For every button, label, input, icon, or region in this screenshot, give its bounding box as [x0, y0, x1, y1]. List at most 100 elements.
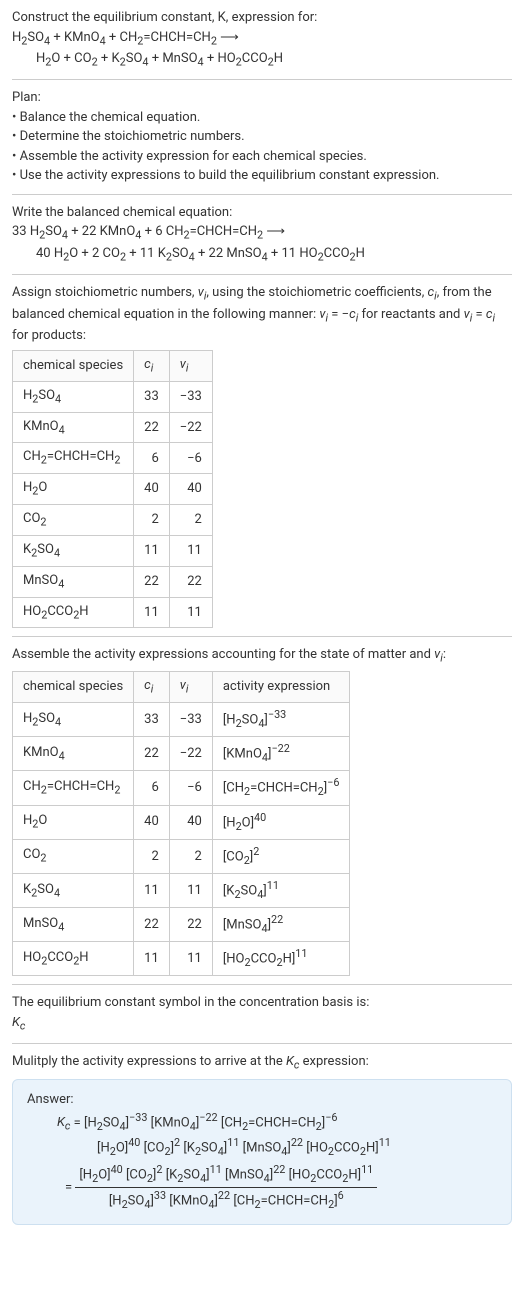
cell-ci: 40	[134, 474, 170, 505]
table-row: KMnO422−22	[13, 412, 213, 443]
cell-vi: 2	[169, 839, 212, 873]
cell-vi: −22	[169, 737, 212, 771]
answer-formula: Kc = [H2SO4]−33 [KMnO4]−22 [CH2=CHCH=CH2…	[27, 1110, 497, 1214]
answer-line2: [H2O]40 [CO2]2 [K2SO4]11 [MnSO4]22 [HO2C…	[57, 1135, 497, 1160]
cell-activity: [KMnO4]−22	[212, 737, 350, 771]
th-species: chemical species	[13, 350, 134, 381]
cell-vi: −22	[169, 412, 212, 443]
cell-vi: 11	[169, 873, 212, 907]
cell-species: K2SO4	[13, 535, 134, 566]
plan-item: • Assemble the activity expression for e…	[12, 147, 512, 167]
th-vi: νi	[169, 672, 212, 703]
intro-section: Construct the equilibrium constant, K, e…	[12, 8, 512, 71]
answer-fraction: [H2O]40 [CO2]2 [K2SO4]11 [MnSO4]22 [HO2C…	[75, 1162, 377, 1213]
cell-activity: [K2SO4]11	[212, 873, 350, 907]
cell-vi: 22	[169, 908, 212, 942]
intro-title: Construct the equilibrium constant, K, e…	[12, 8, 512, 28]
table-row: MnSO42222	[13, 566, 213, 597]
cell-vi: −33	[169, 381, 212, 412]
assign-section: Assign stoichiometric numbers, νi, using…	[12, 283, 512, 629]
cell-ci: 2	[134, 839, 170, 873]
cell-species: CO2	[13, 505, 134, 536]
table-row: CO222	[13, 505, 213, 536]
cell-vi: 2	[169, 505, 212, 536]
cell-species: HO2CCO2H	[13, 942, 134, 976]
table-row: H2O4040[H2O]40	[13, 805, 350, 839]
cell-ci: 11	[134, 942, 170, 976]
symbol-value: Kc	[12, 1013, 512, 1035]
plan-item: • Balance the chemical equation.	[12, 108, 512, 128]
cell-vi: 40	[169, 805, 212, 839]
cell-species: KMnO4	[13, 412, 134, 443]
cell-vi: −6	[169, 443, 212, 474]
multiply-heading: Mulitply the activity expressions to arr…	[12, 1052, 512, 1074]
answer-eq-sign: =	[57, 1180, 75, 1195]
cell-ci: 22	[134, 737, 170, 771]
cell-activity: [H2SO4]−33	[212, 703, 350, 737]
cell-species: HO2CCO2H	[13, 597, 134, 628]
intro-equation-right: H2O + CO2 + K2SO4 + MnSO4 + HO2CCO2H	[12, 49, 512, 71]
cell-species: H2O	[13, 805, 134, 839]
cell-species: KMnO4	[13, 737, 134, 771]
th-ci: ci	[134, 350, 170, 381]
table-row: CH2=CHCH=CH26−6	[13, 443, 213, 474]
cell-species: H2SO4	[13, 381, 134, 412]
assign-text: Assign stoichiometric numbers, νi, using…	[12, 283, 512, 346]
plan-heading: Plan:	[12, 88, 512, 108]
table-row: H2SO433−33	[13, 381, 213, 412]
balanced-heading: Write the balanced chemical equation:	[12, 203, 512, 223]
cell-ci: 33	[134, 381, 170, 412]
divider	[12, 79, 512, 80]
answer-box: Answer: Kc = [H2SO4]−33 [KMnO4]−22 [CH2=…	[12, 1079, 512, 1224]
divider	[12, 1043, 512, 1044]
table-row: K2SO41111[K2SO4]11	[13, 873, 350, 907]
cell-species: CO2	[13, 839, 134, 873]
cell-vi: 22	[169, 566, 212, 597]
answer-line1: Kc = [H2SO4]−33 [KMnO4]−22 [CH2=CHCH=CH2…	[57, 1110, 497, 1135]
table-row: K2SO41111	[13, 535, 213, 566]
cell-vi: −6	[169, 771, 212, 805]
cell-vi: 11	[169, 597, 212, 628]
cell-species: H2O	[13, 474, 134, 505]
balanced-right: 40 H2O + 2 CO2 + 11 K2SO4 + 22 MnSO4 + 1…	[12, 244, 512, 266]
stoich-table: chemical species ci νi H2SO433−33KMnO422…	[12, 350, 213, 628]
plan-section: Plan: • Balance the chemical equation. •…	[12, 88, 512, 186]
cell-ci: 11	[134, 535, 170, 566]
table-row: CH2=CHCH=CH26−6[CH2=CHCH=CH2]−6	[13, 771, 350, 805]
table-row: CO222[CO2]2	[13, 839, 350, 873]
cell-vi: −33	[169, 703, 212, 737]
plan-item: • Determine the stoichiometric numbers.	[12, 127, 512, 147]
cell-ci: 2	[134, 505, 170, 536]
divider	[12, 194, 512, 195]
th-activity: activity expression	[212, 672, 350, 703]
cell-species: CH2=CHCH=CH2	[13, 771, 134, 805]
cell-ci: 33	[134, 703, 170, 737]
cell-species: MnSO4	[13, 566, 134, 597]
answer-heading: Answer:	[27, 1090, 497, 1110]
divider	[12, 984, 512, 985]
cell-activity: [HO2CCO2H]11	[212, 942, 350, 976]
cell-ci: 22	[134, 908, 170, 942]
symbol-section: The equilibrium constant symbol in the c…	[12, 993, 512, 1034]
table-row: H2O4040	[13, 474, 213, 505]
symbol-heading: The equilibrium constant symbol in the c…	[12, 993, 512, 1013]
plan-item: • Use the activity expressions to build …	[12, 166, 512, 186]
th-species: chemical species	[13, 672, 134, 703]
frac-denominator: [H2SO4]33 [KMnO4]22 [CH2=CHCH=CH2]6	[75, 1188, 377, 1213]
cell-species: K2SO4	[13, 873, 134, 907]
th-vi: νi	[169, 350, 212, 381]
table-row: HO2CCO2H1111[HO2CCO2H]11	[13, 942, 350, 976]
cell-ci: 40	[134, 805, 170, 839]
cell-vi: 11	[169, 942, 212, 976]
frac-numerator: [H2O]40 [CO2]2 [K2SO4]11 [MnSO4]22 [HO2C…	[75, 1162, 377, 1188]
cell-vi: 11	[169, 535, 212, 566]
intro-equation-left: H2SO4 + KMnO4 + CH2=CHCH=CH2 ⟶	[12, 28, 512, 50]
activity-section: Assemble the activity expressions accoun…	[12, 645, 512, 976]
answer-fraction-row: = [H2O]40 [CO2]2 [K2SO4]11 [MnSO4]22 [HO…	[57, 1162, 497, 1213]
cell-ci: 22	[134, 566, 170, 597]
cell-activity: [CH2=CHCH=CH2]−6	[212, 771, 350, 805]
cell-species: H2SO4	[13, 703, 134, 737]
cell-ci: 11	[134, 873, 170, 907]
cell-ci: 11	[134, 597, 170, 628]
table-row: H2SO433−33[H2SO4]−33	[13, 703, 350, 737]
